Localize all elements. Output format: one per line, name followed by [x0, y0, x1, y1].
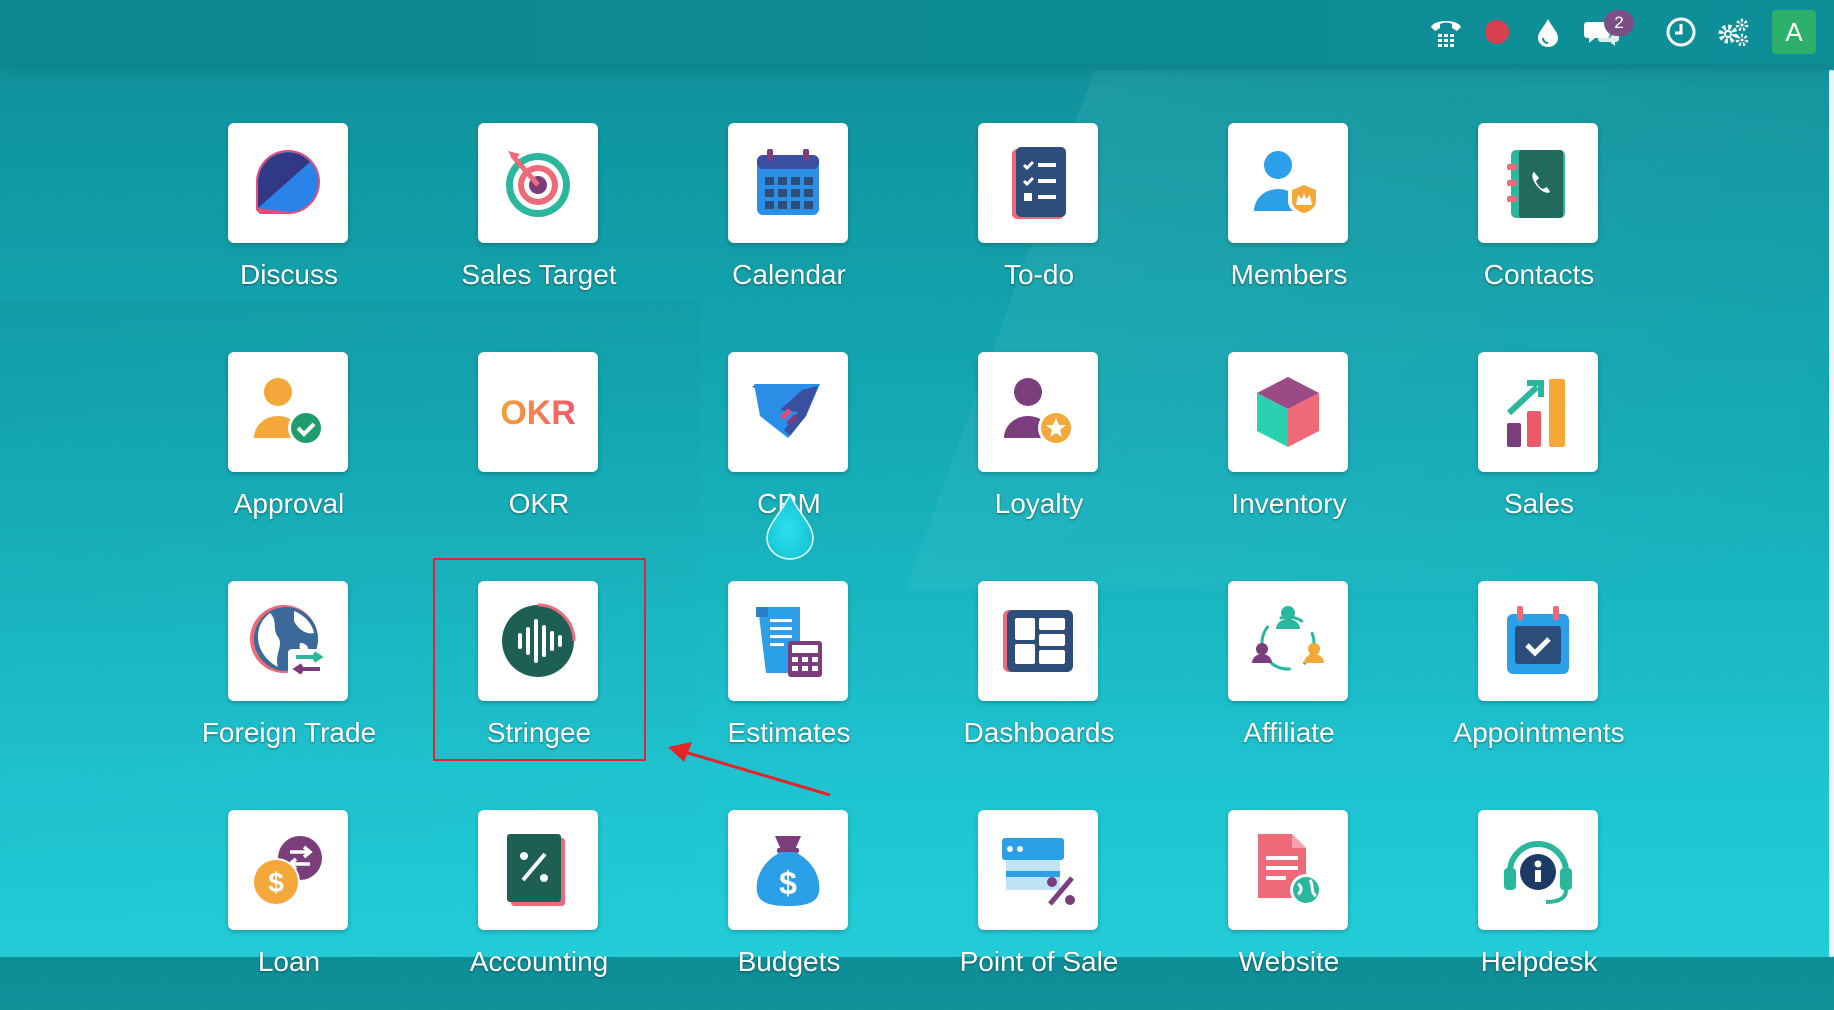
- approval-user-icon: [228, 352, 348, 472]
- dashboard-layout-icon: [978, 581, 1098, 701]
- app-label: Sales: [1503, 488, 1575, 519]
- loan-coins-icon: $: [228, 810, 348, 930]
- app-to-do[interactable]: To-do: [914, 123, 1164, 323]
- app-label: Appointments: [1453, 717, 1625, 748]
- app-dashboards[interactable]: Dashboards: [914, 581, 1164, 781]
- svg-text:$: $: [268, 867, 284, 898]
- chat-badge: 2: [1604, 10, 1634, 36]
- gears-icon[interactable]: [1711, 10, 1755, 54]
- app-budgets[interactable]: $ Budgets: [664, 810, 914, 1010]
- app-label: To-do: [1003, 259, 1075, 290]
- app-label: Affiliate: [1243, 717, 1335, 748]
- record-icon[interactable]: [1475, 10, 1519, 54]
- okr-logo-text: OKR: [500, 394, 576, 432]
- app-label: Accounting: [469, 946, 609, 977]
- app-okr[interactable]: OKR OKR: [414, 352, 664, 552]
- app-foreign-trade[interactable]: Foreign Trade: [164, 581, 414, 781]
- bar-chart-icon: [1478, 352, 1598, 472]
- estimate-calculator-icon: [728, 581, 848, 701]
- affiliate-network-icon: [1228, 581, 1348, 701]
- money-bag-icon: $: [728, 810, 848, 930]
- pos-shop-icon: [978, 810, 1098, 930]
- okr-logo-icon: OKR: [478, 352, 598, 472]
- app-label: Sales Target: [461, 259, 617, 290]
- drop-icon[interactable]: [1526, 10, 1570, 54]
- user-avatar[interactable]: A: [1772, 10, 1816, 54]
- svg-text:$: $: [779, 865, 797, 901]
- app-loan[interactable]: $ Loan: [164, 810, 414, 1010]
- highlight-box: [433, 558, 646, 761]
- app-label: Calendar: [732, 259, 846, 290]
- app-label: Point of Sale: [959, 946, 1119, 977]
- app-calendar[interactable]: Calendar: [664, 123, 914, 323]
- calendar-check-icon: [1478, 581, 1598, 701]
- annotation-arrow: [668, 742, 831, 797]
- app-affiliate[interactable]: Affiliate: [1164, 581, 1414, 781]
- app-contacts[interactable]: Contacts: [1414, 123, 1664, 323]
- app-label: Loan: [257, 946, 321, 977]
- discuss-icon: [228, 123, 348, 243]
- app-discuss[interactable]: Discuss: [164, 123, 414, 323]
- app-inventory[interactable]: Inventory: [1164, 352, 1414, 552]
- app-members[interactable]: Members: [1164, 123, 1414, 323]
- app-label: Website: [1238, 946, 1340, 977]
- app-label: Approval: [233, 488, 345, 519]
- app-label: Budgets: [737, 946, 841, 977]
- chat-icon[interactable]: 2: [1580, 10, 1634, 54]
- web-document-icon: [1228, 810, 1348, 930]
- headset-icon: [1478, 810, 1598, 930]
- handshake-icon: [728, 352, 848, 472]
- cursor-drop-icon: [765, 491, 815, 565]
- app-sales[interactable]: Sales: [1414, 352, 1664, 552]
- contact-book-icon: [1478, 123, 1598, 243]
- cube-icon: [1228, 352, 1348, 472]
- app-point-of-sale[interactable]: Point of Sale: [914, 810, 1164, 1010]
- globe-exchange-icon: [228, 581, 348, 701]
- app-label: Foreign Trade: [201, 717, 377, 748]
- target-icon: [478, 123, 598, 243]
- percent-book-icon: [478, 810, 598, 930]
- app-loyalty[interactable]: Loyalty: [914, 352, 1164, 552]
- app-label: Contacts: [1483, 259, 1595, 290]
- app-approval[interactable]: Approval: [164, 352, 414, 552]
- app-sales-target[interactable]: Sales Target: [414, 123, 664, 323]
- app-label: Members: [1230, 259, 1348, 290]
- app-label: Helpdesk: [1480, 946, 1598, 977]
- phone-icon[interactable]: [1424, 10, 1468, 54]
- app-website[interactable]: Website: [1164, 810, 1414, 1010]
- app-label: Dashboards: [963, 717, 1115, 748]
- top-navbar: 2 A: [0, 0, 1834, 64]
- app-label: Discuss: [239, 259, 338, 290]
- app-accounting[interactable]: Accounting: [414, 810, 664, 1010]
- app-appointments[interactable]: Appointments: [1414, 581, 1664, 781]
- app-label: Loyalty: [994, 488, 1084, 519]
- app-label: Inventory: [1231, 488, 1347, 519]
- app-helpdesk[interactable]: Helpdesk: [1414, 810, 1664, 1010]
- loyalty-user-icon: [978, 352, 1098, 472]
- calendar-icon: [728, 123, 848, 243]
- clock-icon[interactable]: [1659, 10, 1703, 54]
- member-badge-icon: [1228, 123, 1348, 243]
- checklist-icon: [978, 123, 1098, 243]
- scrollbar[interactable]: [1829, 70, 1834, 957]
- app-label: OKR: [508, 488, 570, 519]
